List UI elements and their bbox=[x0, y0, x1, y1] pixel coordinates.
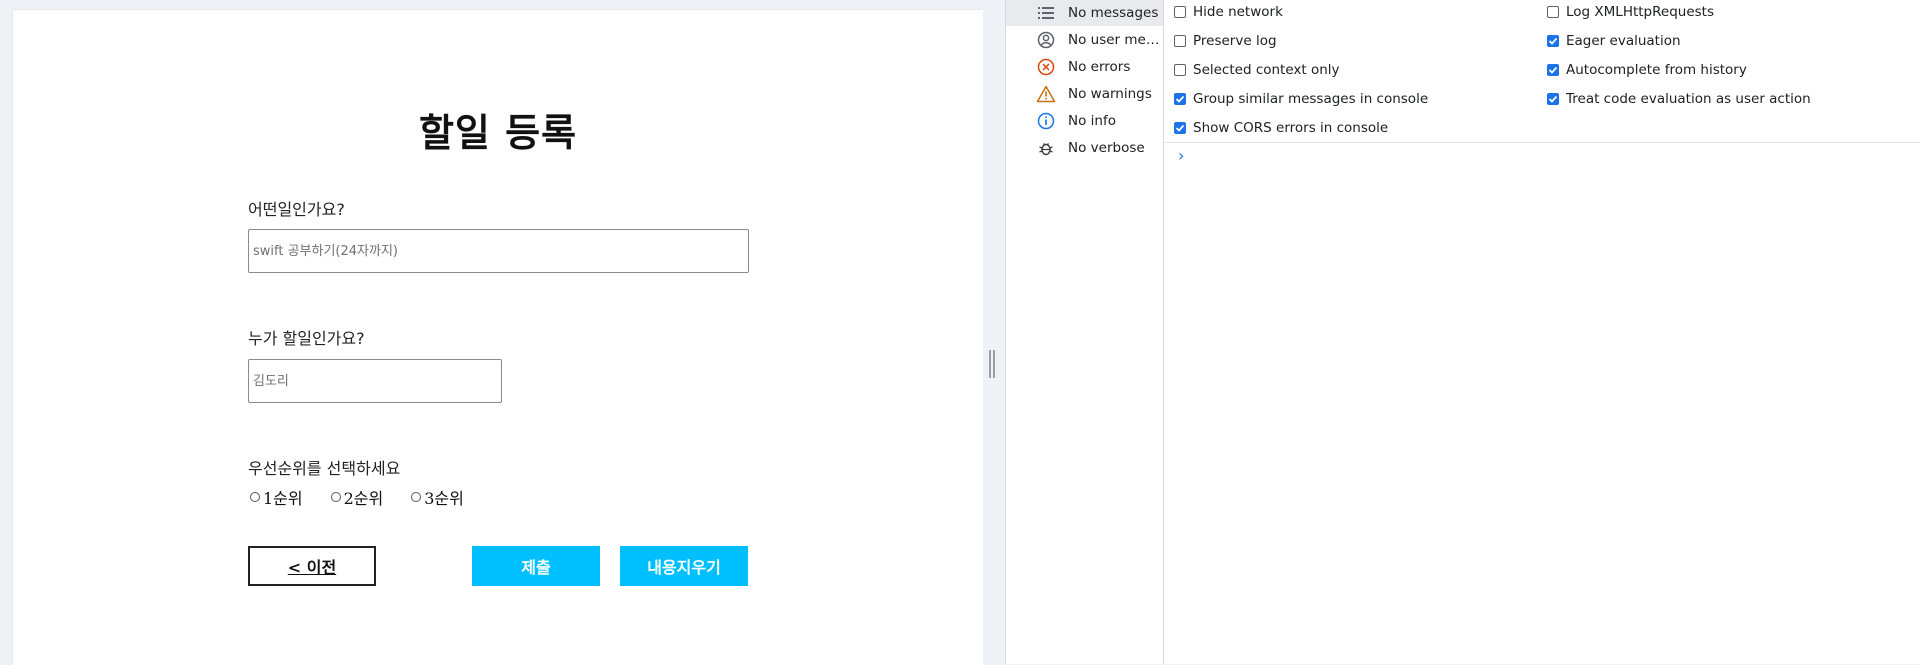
prev-button[interactable]: < 이전 bbox=[248, 546, 376, 586]
priority-option-3[interactable]: 3순위 bbox=[411, 485, 464, 509]
devtools-console: No messages No user mes... No errors No … bbox=[1005, 0, 1920, 664]
priority-option-label: 2순위 bbox=[343, 489, 384, 508]
check-icon bbox=[1548, 66, 1558, 74]
checkbox-checked[interactable] bbox=[1547, 35, 1559, 47]
page-title: 할일 등록 bbox=[418, 111, 578, 155]
setting-autocomplete-history[interactable]: Autocomplete from history bbox=[1547, 62, 1747, 78]
submit-button[interactable]: 제출 bbox=[472, 546, 600, 586]
priority-option-label: 1순위 bbox=[263, 489, 303, 508]
setting-label: Selected context only bbox=[1193, 62, 1340, 78]
checkbox[interactable] bbox=[1547, 6, 1559, 18]
sidebar-item-label: No warnings bbox=[1068, 86, 1152, 102]
setting-eager-evaluation[interactable]: Eager evaluation bbox=[1547, 33, 1681, 49]
check-icon bbox=[1548, 95, 1558, 103]
setting-hide-network[interactable]: Hide network bbox=[1174, 4, 1283, 20]
sidebar-item-info[interactable]: No info bbox=[1006, 108, 1163, 134]
console-prompt-icon[interactable]: › bbox=[1178, 146, 1184, 165]
priority-option-label: 3순위 bbox=[424, 489, 464, 508]
sidebar-item-label: No user mes... bbox=[1068, 32, 1160, 48]
list-icon bbox=[1036, 3, 1056, 23]
setting-label: Hide network bbox=[1193, 4, 1283, 20]
checkbox[interactable] bbox=[1174, 6, 1186, 18]
priority-option-2[interactable]: 2순위 bbox=[330, 485, 384, 509]
setting-label: Group similar messages in console bbox=[1193, 91, 1429, 107]
sidebar-item-user-messages[interactable]: No user mes... bbox=[1006, 27, 1163, 53]
sidebar-item-errors[interactable]: No errors bbox=[1006, 54, 1163, 80]
sidebar-item-label: No messages bbox=[1068, 5, 1159, 21]
assignee-input[interactable] bbox=[248, 359, 502, 403]
setting-selected-context-only[interactable]: Selected context only bbox=[1174, 62, 1340, 78]
setting-label: Preserve log bbox=[1193, 33, 1277, 49]
setting-log-xhr[interactable]: Log XMLHttpRequests bbox=[1547, 4, 1714, 20]
radio-button[interactable] bbox=[411, 492, 422, 502]
sidebar-item-verbose[interactable]: No verbose bbox=[1006, 135, 1163, 161]
settings-divider bbox=[1164, 142, 1920, 143]
check-icon bbox=[1548, 37, 1558, 45]
page-viewport: 할일 등록 어떤일인가요? 누가 할일인가요? 우선순위를 선택하세요 1순위 … bbox=[12, 9, 983, 665]
setting-label: Eager evaluation bbox=[1566, 33, 1681, 49]
task-input[interactable] bbox=[248, 229, 749, 273]
check-icon bbox=[1175, 95, 1185, 103]
radio-button[interactable] bbox=[250, 492, 260, 502]
sidebar-item-label: No info bbox=[1068, 113, 1116, 129]
sidebar-item-messages[interactable]: No messages bbox=[1006, 0, 1163, 26]
assignee-label: 누가 할일인가요? bbox=[248, 329, 365, 348]
checkbox[interactable] bbox=[1174, 35, 1186, 47]
clear-button[interactable]: 내용지우기 bbox=[620, 546, 748, 586]
console-sidebar: No messages No user mes... No errors No … bbox=[1006, 0, 1164, 664]
setting-label: Show CORS errors in console bbox=[1193, 120, 1389, 136]
sidebar-item-warnings[interactable]: No warnings bbox=[1006, 81, 1163, 107]
checkbox-checked[interactable] bbox=[1547, 64, 1559, 76]
check-icon bbox=[1175, 124, 1185, 132]
setting-label: Treat code evaluation as user action bbox=[1566, 91, 1811, 107]
sidebar-item-label: No errors bbox=[1068, 59, 1131, 75]
warning-icon bbox=[1036, 84, 1056, 104]
checkbox[interactable] bbox=[1174, 64, 1186, 76]
setting-preserve-log[interactable]: Preserve log bbox=[1174, 33, 1277, 49]
error-icon bbox=[1036, 57, 1056, 77]
panel-resize-handle[interactable] bbox=[989, 350, 995, 378]
radio-button[interactable] bbox=[330, 492, 341, 502]
task-label: 어떤일인가요? bbox=[248, 200, 345, 219]
priority-option-1[interactable]: 1순위 bbox=[250, 485, 303, 509]
checkbox-checked[interactable] bbox=[1547, 93, 1559, 105]
priority-label: 우선순위를 선택하세요 bbox=[248, 459, 401, 478]
checkbox-checked[interactable] bbox=[1174, 93, 1186, 105]
setting-label: Log XMLHttpRequests bbox=[1566, 4, 1714, 20]
setting-label: Autocomplete from history bbox=[1566, 62, 1747, 78]
setting-group-similar[interactable]: Group similar messages in console bbox=[1174, 91, 1428, 107]
priority-radio-group: 1순위 2순위 3순위 bbox=[250, 485, 492, 509]
setting-show-cors-errors[interactable]: Show CORS errors in console bbox=[1174, 120, 1388, 136]
sidebar-item-label: No verbose bbox=[1068, 140, 1145, 156]
setting-treat-code-evaluation[interactable]: Treat code evaluation as user action bbox=[1547, 91, 1811, 107]
checkbox-checked[interactable] bbox=[1174, 122, 1186, 134]
user-icon bbox=[1036, 30, 1056, 50]
info-icon bbox=[1036, 111, 1056, 131]
bug-icon bbox=[1036, 138, 1056, 158]
